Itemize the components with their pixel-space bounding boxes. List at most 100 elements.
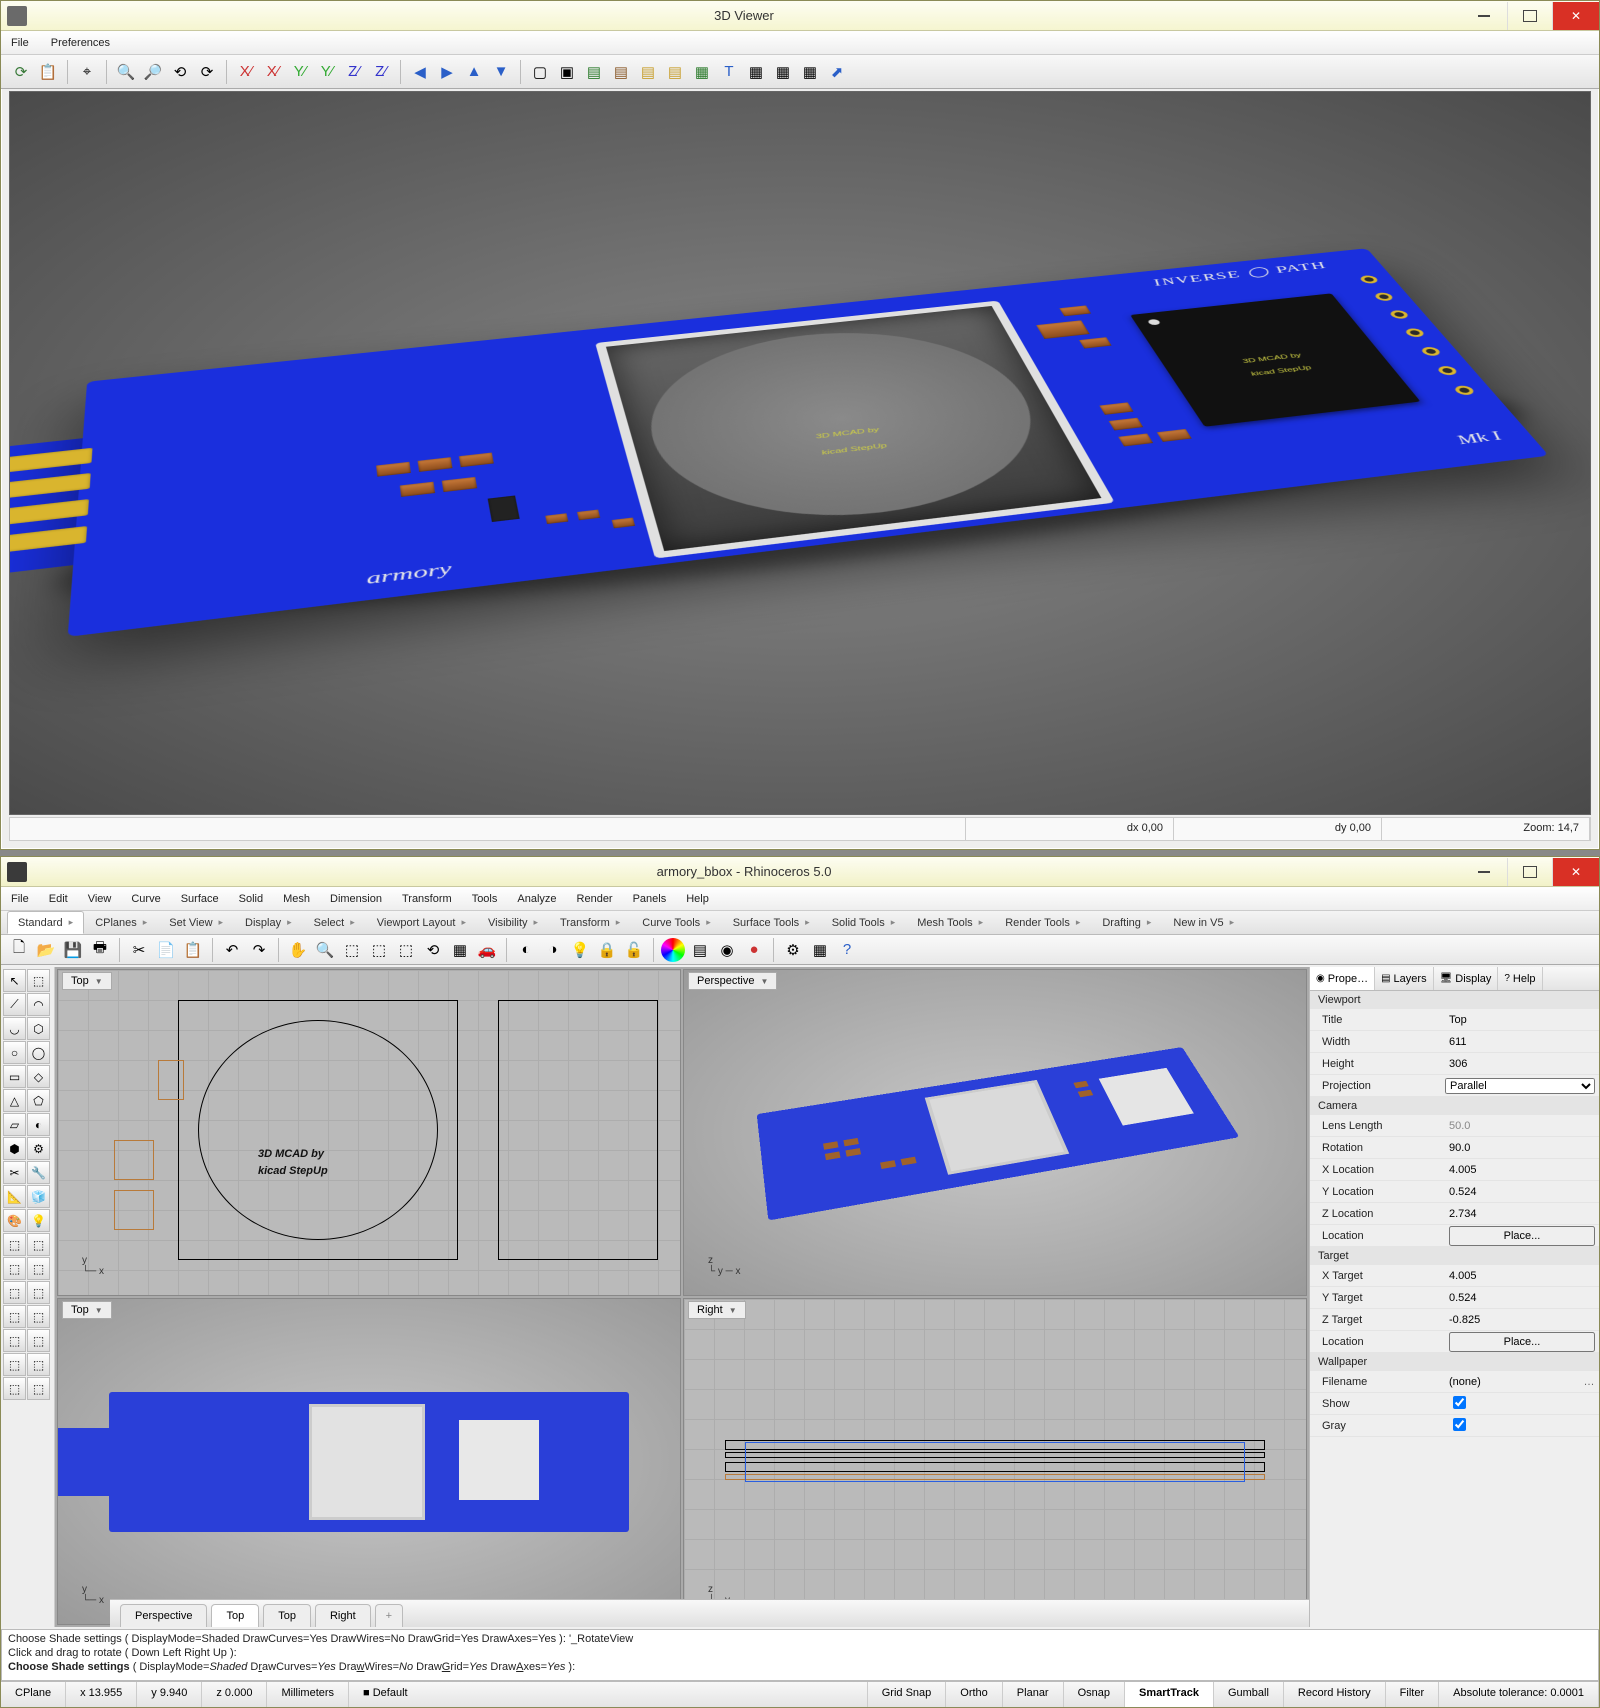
tool-icon-23[interactable]: ⬚	[27, 1233, 50, 1256]
maximize-button[interactable]	[1507, 2, 1553, 30]
tool-icon-29[interactable]: ⬚	[27, 1305, 50, 1328]
viewport-3d[interactable]: 3D MCAD bykicad StepUp 3D MCAD bykicad S…	[9, 91, 1591, 815]
new-icon[interactable]: 🗋	[7, 938, 31, 962]
prop-y-location[interactable]: 0.524	[1445, 1186, 1599, 1198]
tab-curve-tools[interactable]: Curve Tools▸	[631, 911, 721, 934]
axis-x-icon[interactable]: X⁄	[234, 60, 258, 84]
tool-icon-8[interactable]: ▭	[3, 1065, 26, 1088]
menu-preferences[interactable]: Preferences	[47, 35, 114, 51]
pan-icon[interactable]: ✋	[286, 938, 310, 962]
viewport-right[interactable]: Right▼ z└─ y	[683, 1298, 1307, 1625]
lock-icon[interactable]: 🔒	[595, 938, 619, 962]
tool-icon-13[interactable]: ◐	[27, 1113, 50, 1136]
titlebar-rhino[interactable]: armory_bbox - Rhinoceros 5.0	[1, 857, 1599, 887]
cursor-icon[interactable]: ⌖	[75, 60, 99, 84]
tab-help[interactable]: ? Help	[1498, 967, 1542, 990]
axis-x2-icon[interactable]: X⁄	[261, 60, 285, 84]
menu-view[interactable]: View	[84, 891, 116, 907]
axis-y2-icon[interactable]: Y⁄	[315, 60, 339, 84]
tool-icon-33[interactable]: ⬚	[27, 1353, 50, 1376]
status-[interactable]: ■ Default	[349, 1682, 868, 1707]
tool-icon-16[interactable]: ✂	[3, 1161, 26, 1184]
menu-edit[interactable]: Edit	[45, 891, 72, 907]
tab-layers[interactable]: ▤ Layers	[1375, 967, 1433, 990]
tool-icon-0[interactable]: ↖	[3, 969, 26, 992]
arrow-right-icon[interactable]: ▶	[435, 60, 459, 84]
axis-z2-icon[interactable]: Z⁄	[369, 60, 393, 84]
tool-icon-25[interactable]: ⬚	[27, 1257, 50, 1280]
viewport-tab-top-1[interactable]: Top	[211, 1604, 259, 1627]
tool-icon-12[interactable]: ▱	[3, 1113, 26, 1136]
titlebar[interactable]: 3D Viewer	[1, 1, 1599, 31]
tool-icon-1[interactable]: ⬚	[27, 969, 50, 992]
zoom-ext-icon[interactable]: ⬚	[340, 938, 364, 962]
axis-z-icon[interactable]: Z⁄	[342, 60, 366, 84]
status-millimeters[interactable]: Millimeters	[267, 1682, 349, 1707]
undo-icon[interactable]: ↶	[220, 938, 244, 962]
misc2-icon[interactable]: ▦	[808, 938, 832, 962]
status-filter[interactable]: Filter	[1386, 1682, 1439, 1707]
tool-icon-22[interactable]: ⬚	[3, 1233, 26, 1256]
tab-set-view[interactable]: Set View▸	[158, 911, 234, 934]
prop-height[interactable]: 306	[1445, 1058, 1599, 1070]
place-button-2[interactable]: Place...	[1449, 1332, 1595, 1352]
prop-width[interactable]: 611	[1445, 1036, 1599, 1048]
render-icon[interactable]: ◑	[541, 938, 565, 962]
layer-gold2-icon[interactable]: ▤	[663, 60, 687, 84]
tool-icon-21[interactable]: 💡	[27, 1209, 50, 1232]
menu-panels[interactable]: Panels	[629, 891, 671, 907]
tool-icon-10[interactable]: △	[3, 1089, 26, 1112]
prop-show-checkbox[interactable]	[1453, 1396, 1466, 1409]
viewport-tab-top-2[interactable]: Top	[263, 1604, 311, 1627]
vp-title-tr[interactable]: Perspective▼	[688, 972, 777, 990]
shade-icon[interactable]: ◐	[514, 938, 538, 962]
status-absolute[interactable]: Absolute tolerance: 0.0001	[1439, 1682, 1599, 1707]
menu-file[interactable]: File	[7, 35, 33, 51]
menu-render[interactable]: Render	[573, 891, 617, 907]
command-input[interactable]	[578, 1661, 978, 1673]
tab-solid-tools[interactable]: Solid Tools▸	[821, 911, 907, 934]
browse-icon[interactable]: …	[1579, 1376, 1599, 1388]
viewport-tab-perspective-0[interactable]: Perspective	[120, 1604, 207, 1627]
tool-icon-35[interactable]: ⬚	[27, 1377, 50, 1400]
cut-icon[interactable]: ✂	[127, 938, 151, 962]
menu-solid[interactable]: Solid	[235, 891, 267, 907]
status-gumball[interactable]: Gumball	[1214, 1682, 1284, 1707]
layer-green-icon[interactable]: ▤	[582, 60, 606, 84]
zoom-sel-icon[interactable]: ⬚	[367, 938, 391, 962]
zoom-out-icon[interactable]: 🔎	[141, 60, 165, 84]
tool-icon-27[interactable]: ⬚	[27, 1281, 50, 1304]
prop-y-target[interactable]: 0.524	[1445, 1292, 1599, 1304]
car-icon[interactable]: 🚗	[475, 938, 499, 962]
view4-icon[interactable]: ▦	[448, 938, 472, 962]
status-ortho[interactable]: Ortho	[946, 1682, 1003, 1707]
layers-ic[interactable]: ▤	[688, 938, 712, 962]
axis-y-icon[interactable]: Y⁄	[288, 60, 312, 84]
zoom-fit-icon[interactable]: ⟲	[168, 60, 192, 84]
viewport-tab-right-3[interactable]: Right	[315, 1604, 371, 1627]
ball-icon[interactable]: ●	[742, 938, 766, 962]
menu-help[interactable]: Help	[682, 891, 713, 907]
props-ic[interactable]: ◉	[715, 938, 739, 962]
status-record[interactable]: Record History	[1284, 1682, 1386, 1707]
status-osnap[interactable]: Osnap	[1064, 1682, 1125, 1707]
tab-mesh-tools[interactable]: Mesh Tools▸	[906, 911, 994, 934]
prop-x-target[interactable]: 4.005	[1445, 1270, 1599, 1282]
grid1-icon[interactable]: ▦	[744, 60, 768, 84]
prop-x-location[interactable]: 4.005	[1445, 1164, 1599, 1176]
tool-icon-7[interactable]: ◯	[27, 1041, 50, 1064]
status-x[interactable]: x 13.955	[66, 1682, 137, 1707]
grid3-icon[interactable]: ▦	[798, 60, 822, 84]
redo-icon[interactable]: ↷	[247, 938, 271, 962]
tab-cplanes[interactable]: CPlanes▸	[84, 911, 158, 934]
layer-gold-icon[interactable]: ▤	[636, 60, 660, 84]
tab-viewport-layout[interactable]: Viewport Layout▸	[366, 911, 477, 934]
tool-icon-32[interactable]: ⬚	[3, 1353, 26, 1376]
tool-icon-24[interactable]: ⬚	[3, 1257, 26, 1280]
command-line[interactable]: Choose Shade settings ( DisplayMode=Shad…	[1, 1629, 1599, 1681]
tool-icon-3[interactable]: ◠	[27, 993, 50, 1016]
tool-icon-20[interactable]: 🎨	[3, 1209, 26, 1232]
render-icon[interactable]: ▦	[690, 60, 714, 84]
tool-icon-4[interactable]: ◡	[3, 1017, 26, 1040]
box-wire-icon[interactable]: ▢	[528, 60, 552, 84]
